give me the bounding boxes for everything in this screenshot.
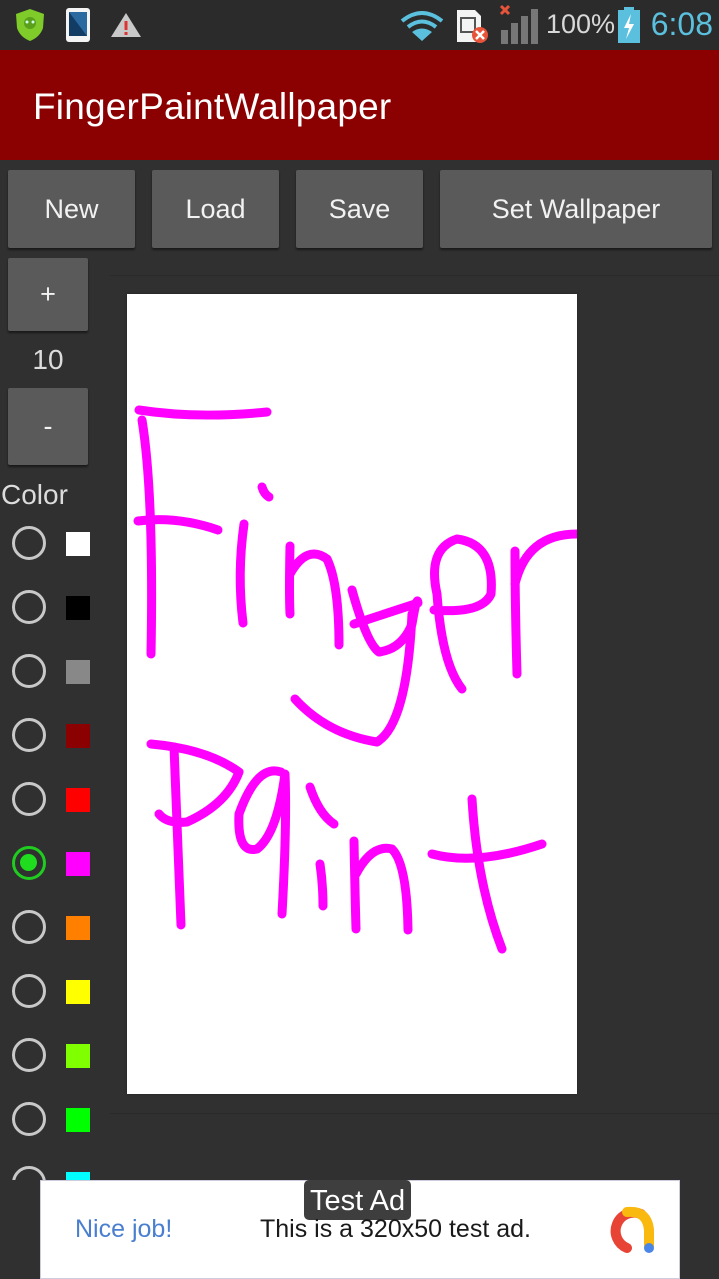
ad-network-logo-icon (610, 1206, 654, 1253)
clock: 6:08 (650, 6, 713, 42)
wifi-icon (400, 11, 444, 41)
test-ad-badge: Test Ad (304, 1180, 412, 1220)
shield-security-icon (16, 9, 44, 41)
stroke-i-stem (235, 519, 249, 628)
stroke-i2-stem (315, 859, 328, 911)
stroke-n2 (349, 836, 413, 935)
stroke-P-stem (169, 742, 186, 930)
stroke-r (510, 529, 582, 679)
radio-button[interactable] (12, 910, 46, 944)
color-swatch-green (66, 1108, 90, 1132)
drawing-strokes (133, 405, 582, 954)
stroke-g-tail (290, 609, 417, 747)
color-option-red[interactable] (0, 768, 100, 832)
load-button[interactable]: Load (152, 170, 279, 248)
color-option-orange[interactable] (0, 896, 100, 960)
radio-button[interactable] (12, 590, 46, 624)
increase-brush-size-button[interactable]: + (8, 258, 88, 331)
stroke-t-stem (467, 794, 507, 954)
stroke-t-bar (427, 839, 547, 863)
radio-button[interactable] (12, 1166, 46, 1180)
phone-icon (66, 8, 90, 42)
color-option-dark-red[interactable] (0, 704, 100, 768)
stroke-F-stem (137, 415, 157, 659)
color-option-gray[interactable] (0, 640, 100, 704)
battery-charging-icon (618, 7, 640, 43)
status-bar: 100% 6:08 (0, 0, 719, 50)
color-option-green[interactable] (0, 1088, 100, 1152)
stroke-i-dot (257, 482, 274, 502)
stroke-a (234, 766, 291, 919)
stroke-i2-dot (305, 782, 339, 829)
color-option-magenta[interactable] (0, 832, 100, 896)
radio-button[interactable] (12, 654, 46, 688)
stroke-e (429, 534, 496, 694)
radio-button[interactable] (12, 526, 46, 560)
radio-button[interactable] (12, 846, 46, 880)
app-bar: FingerPaintWallpaper (0, 50, 719, 160)
color-palette[interactable] (0, 512, 100, 1180)
radio-button[interactable] (12, 974, 46, 1008)
color-label: Color (1, 479, 68, 510)
ad-body-text: This is a 320x50 test ad. (260, 1215, 531, 1243)
radio-button[interactable] (12, 718, 46, 752)
stroke-F-top (134, 405, 272, 420)
color-swatch-white (66, 532, 90, 556)
radio-button[interactable] (12, 1038, 46, 1072)
color-option-white[interactable] (0, 512, 100, 576)
color-swatch-red (66, 788, 90, 812)
new-button[interactable]: New (8, 170, 135, 248)
decrease-brush-size-button[interactable]: - (8, 388, 88, 465)
color-swatch-dark-red (66, 724, 90, 748)
sim-error-icon (457, 10, 488, 43)
set-wallpaper-button[interactable]: Set Wallpaper (440, 170, 712, 248)
color-swatch-yellow (66, 980, 90, 1004)
color-option-cyan[interactable] (0, 1152, 100, 1180)
color-swatch-lime (66, 1044, 90, 1068)
radio-button[interactable] (12, 782, 46, 816)
ad-headline[interactable]: Nice job! (75, 1215, 172, 1244)
drawing-canvas[interactable] (127, 294, 582, 1094)
battery-percentage: 100% (546, 9, 616, 39)
brush-size-value: 10 (32, 344, 64, 375)
color-swatch-gray (66, 660, 90, 684)
color-option-yellow[interactable] (0, 960, 100, 1024)
color-swatch-orange (66, 916, 90, 940)
save-button[interactable]: Save (296, 170, 423, 248)
color-swatch-magenta (66, 852, 90, 876)
color-swatch-cyan (66, 1172, 90, 1180)
signal-no-service-icon (499, 4, 538, 44)
radio-button[interactable] (12, 1102, 46, 1136)
color-option-lime[interactable] (0, 1024, 100, 1088)
warning-icon (111, 13, 141, 37)
color-option-black[interactable] (0, 576, 100, 640)
app-title: FingerPaintWallpaper (33, 86, 392, 127)
color-swatch-black (66, 596, 90, 620)
stroke-P-bowl (146, 739, 244, 827)
stroke-n (285, 541, 344, 650)
